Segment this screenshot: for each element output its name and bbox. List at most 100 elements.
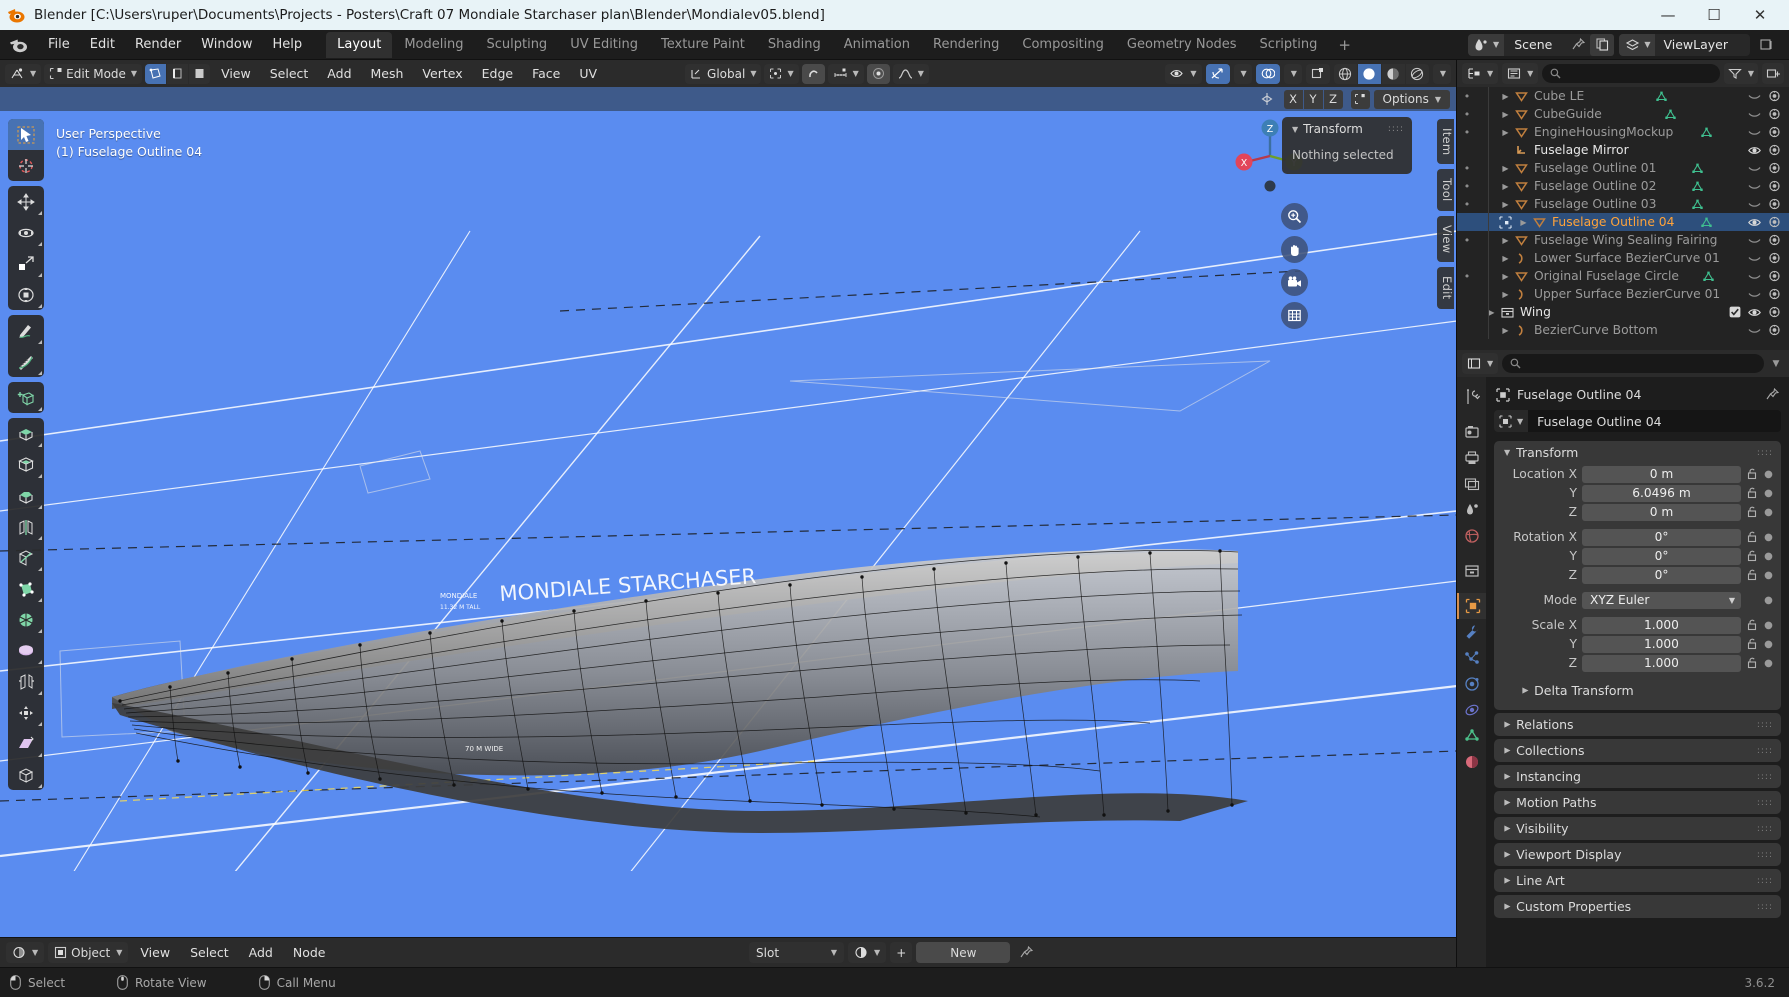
- delta-transform-subpanel-header[interactable]: ▼ Delta Transform: [1502, 679, 1773, 702]
- snap-settings-selector[interactable]: ▼: [827, 63, 864, 84]
- camera-render-visibility-icon[interactable]: [1768, 90, 1781, 102]
- collapsed-panel-instancing[interactable]: ▼ Instancing::::: [1494, 765, 1781, 788]
- scene-name-text[interactable]: Scene: [1504, 37, 1566, 52]
- disclosure-triangle-icon[interactable]: ▶: [1499, 110, 1512, 119]
- eye-closed-icon[interactable]: [1748, 325, 1761, 336]
- disclosure-triangle-icon[interactable]: ▶: [1499, 164, 1512, 173]
- restrict-dot[interactable]: •: [1461, 108, 1473, 121]
- outliner-row-fuselage-mirror[interactable]: Fuselage Mirror: [1457, 141, 1789, 159]
- mirror-axis-y-button[interactable]: Y: [1303, 89, 1323, 109]
- transform-panel-header[interactable]: ▼ Transform ::::: [1494, 441, 1781, 464]
- viewport-options-button[interactable]: Options ▼: [1373, 89, 1450, 109]
- restrict-dot[interactable]: •: [1461, 90, 1473, 103]
- eye-closed-icon[interactable]: [1748, 127, 1761, 138]
- panel-header[interactable]: ▼ Instancing::::: [1494, 765, 1781, 788]
- outliner-new-collection-icon[interactable]: [1762, 63, 1784, 84]
- camera-render-visibility-icon[interactable]: [1768, 252, 1781, 264]
- camera-render-visibility-icon[interactable]: [1768, 288, 1781, 300]
- outliner-row-beziercurve-bottom[interactable]: ▶ BezierCurve Bottom: [1457, 321, 1789, 339]
- eye-closed-icon[interactable]: [1748, 235, 1761, 246]
- rendered-shading-button[interactable]: [1405, 63, 1429, 84]
- zoom-view-button[interactable]: [1281, 203, 1308, 230]
- tool-measure-button[interactable]: [8, 346, 44, 377]
- properties-tab-world[interactable]: [1457, 523, 1486, 549]
- disclosure-triangle-icon[interactable]: ▶: [1499, 182, 1512, 191]
- collapsed-panel-custom-properties[interactable]: ▼ Custom Properties::::: [1494, 895, 1781, 918]
- maximize-button[interactable]: ☐: [1691, 0, 1737, 30]
- properties-tab-particles[interactable]: [1457, 645, 1486, 671]
- viewport-menu-face[interactable]: Face: [524, 64, 568, 83]
- overlays-toggle[interactable]: [1255, 63, 1280, 84]
- pan-view-button[interactable]: [1281, 236, 1308, 263]
- properties-tab-material[interactable]: [1457, 749, 1486, 775]
- panel-header[interactable]: ▼ Viewport Display::::: [1494, 843, 1781, 866]
- outliner-row-fuselage-outline-01[interactable]: • ▶ Fuselage Outline 01: [1457, 159, 1789, 177]
- outliner-row-fuselage-outline-02[interactable]: • ▶ Fuselage Outline 02: [1457, 177, 1789, 195]
- mesh-data-icon[interactable]: [1691, 162, 1704, 175]
- wireframe-shading-button[interactable]: [1333, 63, 1357, 84]
- tool-inset-faces-button[interactable]: [8, 449, 44, 480]
- outliner-row-fuselage-outline-03[interactable]: • ▶ Fuselage Outline 03: [1457, 195, 1789, 213]
- node-menu-add[interactable]: Add: [241, 943, 281, 962]
- outliner-row-fuselage-outline-04[interactable]: ▶ Fuselage Outline 04: [1457, 213, 1789, 231]
- node-menu-node[interactable]: Node: [285, 943, 334, 962]
- scale-z-field[interactable]: 1.000: [1582, 654, 1741, 672]
- eye-open-icon[interactable]: [1748, 145, 1761, 156]
- animate-property-dot[interactable]: ●: [1764, 658, 1773, 669]
- scene-selector[interactable]: ▼ Scene: [1468, 33, 1615, 56]
- new-material-button[interactable]: New: [916, 942, 1011, 963]
- tool-rip-region-button[interactable]: [8, 759, 44, 790]
- restrict-dot[interactable]: •: [1461, 180, 1473, 193]
- scale-y-field[interactable]: 1.000: [1582, 635, 1741, 653]
- outliner-row-lower-surface-beziercurve-01[interactable]: ▶ Lower Surface BezierCurve 01: [1457, 249, 1789, 267]
- tool-bevel-button[interactable]: [8, 480, 44, 511]
- interaction-mode-selector[interactable]: Edit Mode ▼: [44, 63, 143, 84]
- camera-render-visibility-icon[interactable]: [1768, 234, 1781, 246]
- lock-icon[interactable]: [1746, 550, 1759, 562]
- disclosure-triangle-icon[interactable]: ▶: [1499, 326, 1512, 335]
- 3d-viewport-canvas[interactable]: MONDIALE STARCHASER MONDIALE 11.32 M TAL…: [0, 111, 1456, 937]
- solid-shading-button[interactable]: [1357, 63, 1381, 84]
- tool-shrink-fatten-button[interactable]: [8, 697, 44, 728]
- tool-smooth-button[interactable]: [8, 635, 44, 666]
- minimize-button[interactable]: —: [1645, 0, 1691, 30]
- collapsed-panel-line-art[interactable]: ▼ Line Art::::: [1494, 869, 1781, 892]
- restrict-dot[interactable]: •: [1461, 126, 1473, 139]
- collapsed-panel-motion-paths[interactable]: ▼ Motion Paths::::: [1494, 791, 1781, 814]
- eye-closed-icon[interactable]: [1748, 91, 1761, 102]
- collection-checkbox[interactable]: [1729, 306, 1741, 318]
- properties-editor-type-selector[interactable]: ▼: [1462, 353, 1499, 374]
- location-y-field[interactable]: 6.0496 m: [1582, 484, 1741, 502]
- workspace-tab-geometry-nodes[interactable]: Geometry Nodes: [1116, 32, 1248, 58]
- workspace-tab-compositing[interactable]: Compositing: [1011, 32, 1115, 58]
- properties-tab-tool[interactable]: [1457, 384, 1486, 410]
- disclosure-triangle-icon[interactable]: ▶: [1499, 272, 1512, 281]
- vertex-select-mode-button[interactable]: [145, 63, 167, 84]
- tool-tweak-select-button[interactable]: [8, 119, 44, 150]
- viewport-tab-item[interactable]: Item: [1437, 119, 1454, 165]
- outliner-filter-icon[interactable]: ▼: [1723, 63, 1758, 84]
- tool-loop-cut-button[interactable]: [8, 511, 44, 542]
- menu-window[interactable]: Window: [191, 34, 262, 55]
- panel-header[interactable]: ▼ Motion Paths::::: [1494, 791, 1781, 814]
- add-material-button[interactable]: +: [890, 942, 913, 963]
- lock-icon[interactable]: [1746, 506, 1759, 518]
- viewport-tab-edit[interactable]: Edit: [1437, 267, 1454, 309]
- outliner-tree[interactable]: • ▶ Cube LE • ▶ CubeGuide • ▶ EngineHousingMocku…: [1457, 87, 1789, 350]
- pivot-point-selector[interactable]: ▼: [764, 63, 799, 84]
- panel-header[interactable]: ▼ Relations::::: [1494, 713, 1781, 736]
- camera-render-visibility-icon[interactable]: [1768, 180, 1781, 192]
- menu-file[interactable]: File: [38, 34, 80, 55]
- view-layer-selector[interactable]: ▼ ViewLayer: [1619, 33, 1750, 56]
- camera-render-visibility-icon[interactable]: [1768, 126, 1781, 138]
- camera-render-visibility-icon[interactable]: [1768, 108, 1781, 120]
- face-select-mode-button[interactable]: [189, 63, 211, 84]
- workspace-tab-scripting[interactable]: Scripting: [1249, 32, 1329, 58]
- rotation-y-field[interactable]: 0°: [1582, 547, 1741, 565]
- object-browse-icon[interactable]: ▼: [1494, 410, 1529, 432]
- mesh-data-icon[interactable]: [1664, 108, 1677, 121]
- mesh-data-icon[interactable]: [1655, 90, 1668, 103]
- material-slot-selector[interactable]: Slot ▼: [749, 942, 845, 963]
- tool-add-cube-button[interactable]: [8, 382, 44, 413]
- editor-type-selector[interactable]: ▼: [5, 63, 42, 84]
